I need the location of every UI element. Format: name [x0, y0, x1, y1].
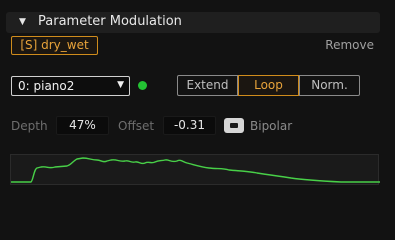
dropdown-caret-icon: ▼ — [117, 80, 124, 90]
depth-field[interactable]: 47% — [56, 116, 109, 135]
envelope-curve — [11, 157, 380, 183]
section-title: Parameter Modulation — [38, 14, 182, 29]
bipolar-toggle[interactable] — [224, 118, 244, 133]
parameter-tag-button[interactable]: [S] dry_wet — [11, 36, 98, 55]
bipolar-toggle-knob — [230, 123, 238, 128]
bipolar-label: Bipolar — [250, 119, 293, 133]
depth-label: Depth — [11, 119, 48, 133]
source-select[interactable]: 0: piano2 ▼ — [11, 76, 130, 96]
envelope-curve-graphic — [11, 157, 380, 183]
remove-button[interactable]: Remove — [325, 38, 374, 52]
mode-loop-button[interactable]: Loop — [238, 75, 299, 96]
source-select-value: 0: piano2 — [18, 79, 75, 93]
mode-norm-button[interactable]: Norm. — [299, 75, 360, 96]
offset-label: Offset — [118, 119, 155, 133]
modulation-envelope-preview — [10, 154, 380, 185]
section-header-parameter-modulation[interactable]: ▼ Parameter Modulation — [6, 12, 380, 33]
mode-segmented-control: Extend Loop Norm. — [177, 75, 360, 96]
source-active-indicator — [138, 81, 147, 90]
collapse-chevron-icon[interactable]: ▼ — [19, 17, 26, 27]
offset-field[interactable]: -0.31 — [163, 116, 216, 135]
mode-extend-button[interactable]: Extend — [177, 75, 238, 96]
